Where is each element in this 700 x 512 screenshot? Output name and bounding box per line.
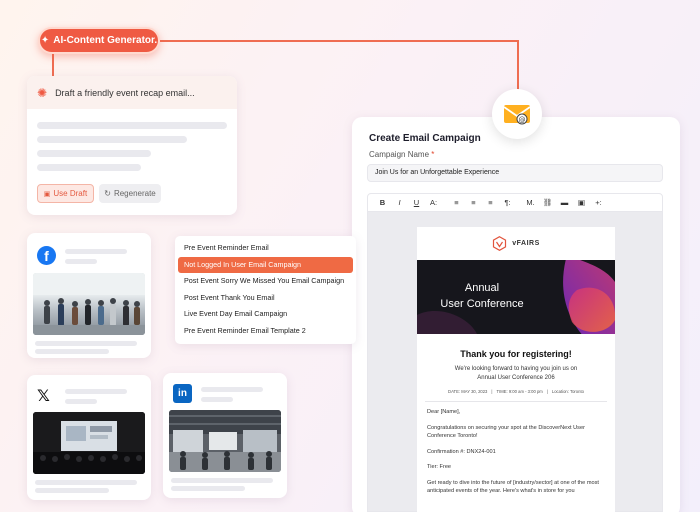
- skeleton-line: [201, 397, 233, 402]
- vfairs-logo-icon: [493, 236, 507, 251]
- svg-text:@: @: [519, 116, 526, 124]
- underline-button[interactable]: U: [408, 198, 425, 207]
- connector-line-left: [52, 52, 54, 77]
- paragraph-button[interactable]: ¶:: [499, 198, 516, 207]
- conference-stage-photo: [33, 412, 145, 474]
- congrats-text: Congratulations on securing your spot at…: [427, 424, 585, 440]
- skeleton-line: [171, 478, 273, 483]
- editor-toolbar: B I U A: ≡ ≡ ≡ ¶: M. ⛓ ▬ ▣ +:: [367, 193, 663, 212]
- skeleton-line: [35, 349, 109, 354]
- x-post-card[interactable]: 𝕏: [27, 375, 151, 500]
- skeleton-line: [65, 389, 127, 394]
- font-size-button[interactable]: A:: [425, 198, 442, 207]
- skeleton-line: [65, 399, 97, 404]
- event-location: Location: Toronto: [551, 389, 584, 394]
- brand-logo: vFAIRS: [417, 227, 615, 260]
- closing-text: Get ready to dive into the future of [in…: [427, 479, 599, 495]
- italic-button[interactable]: I: [391, 198, 408, 207]
- required-mark: *: [431, 150, 435, 159]
- event-date: DATE: MAY 30, 2023: [448, 389, 488, 394]
- panel-title: Create Email Campaign: [369, 133, 481, 144]
- ai-draft-card: ✺ Draft a friendly event recap email... …: [27, 76, 237, 215]
- skeleton-line: [35, 480, 137, 485]
- use-draft-button[interactable]: ▣ Use Draft: [37, 184, 94, 203]
- template-option[interactable]: Post Event Thank You Email: [178, 290, 353, 307]
- event-banner: Annual User Conference: [417, 260, 615, 334]
- banner-title: Annual User Conference: [440, 282, 524, 310]
- email-preview: vFAIRS Annual User Conference Thank you …: [417, 227, 615, 512]
- event-crowd-photo: [33, 273, 145, 335]
- skeleton-line: [65, 259, 97, 264]
- skeleton-line: [37, 150, 151, 157]
- skeleton-line: [171, 486, 245, 491]
- link-icon[interactable]: ⛓: [539, 198, 556, 207]
- skeleton-line: [37, 122, 227, 129]
- skeleton-line: [65, 249, 127, 254]
- campaign-name-label: Campaign Name *: [369, 150, 435, 159]
- template-option-selected[interactable]: Not Logged In User Email Campaign: [178, 256, 353, 273]
- merge-tag-button[interactable]: M.: [522, 198, 539, 207]
- align-center-button[interactable]: ≡: [465, 198, 482, 207]
- template-option[interactable]: Live Event Day Email Campaign: [178, 306, 353, 323]
- skeleton-line: [37, 136, 187, 143]
- bold-button[interactable]: B: [374, 198, 391, 207]
- prompt-text: Draft a friendly event recap email...: [55, 87, 195, 98]
- linkedin-icon: in: [173, 384, 192, 403]
- connector-line-top: [160, 40, 519, 42]
- skeleton-line: [35, 341, 137, 346]
- envelope-icon: @: [503, 105, 531, 125]
- event-time: TIME: 9:00 am - 3:00 pm: [496, 389, 543, 394]
- regenerate-button[interactable]: ↻ Regenerate: [99, 184, 161, 203]
- x-icon: 𝕏: [37, 388, 50, 405]
- draft-prompt-header: ✺ Draft a friendly event recap email...: [27, 76, 237, 109]
- template-option[interactable]: Post Event Sorry We Missed You Email Cam…: [178, 273, 353, 290]
- event-meta: DATE: MAY 30, 2023 | TIME: 9:00 am - 3:00…: [448, 389, 584, 394]
- image-icon[interactable]: ▣: [573, 198, 590, 207]
- sparkle-icon: ✦: [40, 35, 50, 46]
- facebook-post-card[interactable]: f: [27, 233, 151, 358]
- refresh-icon: ↻: [104, 189, 111, 198]
- skeleton-line: [37, 164, 141, 171]
- connector-line-right: [517, 40, 519, 90]
- list-button[interactable]: ≡: [482, 198, 499, 207]
- draft-icon: ▣: [43, 190, 51, 198]
- intro-text: We're looking forward to having you join…: [454, 366, 578, 381]
- insert-more-button[interactable]: +:: [590, 198, 607, 207]
- facebook-icon: f: [37, 246, 56, 265]
- template-option[interactable]: Pre Event Reminder Email: [178, 240, 353, 257]
- skeleton-line: [201, 387, 263, 392]
- template-dropdown: Pre Event Reminder Email Not Logged In U…: [175, 236, 356, 344]
- confirmation-number: Confirmation #: DNX24-001: [427, 448, 496, 455]
- ai-pill-label: AI-Content Generator.: [53, 35, 158, 46]
- ticket-tier: Tier: Free: [427, 464, 452, 470]
- campaign-name-input[interactable]: Join Us for an Unforgettable Experience: [367, 164, 663, 182]
- exhibition-hall-photo: [169, 410, 281, 472]
- align-left-button[interactable]: ≡: [448, 198, 465, 207]
- folder-icon[interactable]: ▬: [556, 198, 573, 207]
- greeting: Dear [Name],: [427, 409, 461, 415]
- ai-sparkle-icon: ✺: [37, 85, 48, 100]
- skeleton-line: [35, 488, 109, 493]
- linkedin-post-card[interactable]: in: [163, 373, 287, 498]
- email-body: Dear [Name], Congratulations on securing…: [417, 402, 615, 496]
- ai-content-generator-pill[interactable]: ✦ AI-Content Generator.: [38, 27, 160, 54]
- thanks-heading: Thank you for registering!: [460, 349, 572, 359]
- template-option[interactable]: Pre Event Reminder Email Template 2: [178, 323, 353, 340]
- email-badge: @: [492, 89, 542, 139]
